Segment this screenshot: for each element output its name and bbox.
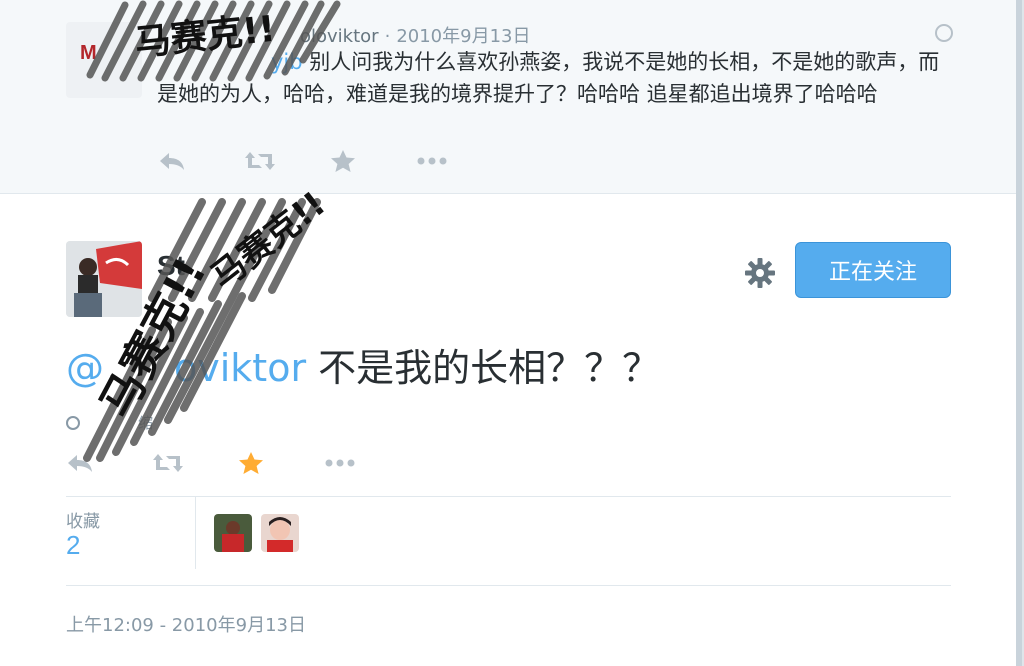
parent-avatar[interactable]: M	[66, 22, 142, 98]
more-icon	[325, 459, 355, 467]
parent-handle[interactable]: oloviktor	[300, 26, 379, 47]
parent-tweet-meta: oloviktor · 2010年9月13日	[300, 22, 530, 48]
parent-mention[interactable]: yjb	[271, 50, 303, 74]
tweet-geo: 缩	[66, 412, 153, 433]
parent-avatar-logo: M	[80, 42, 97, 64]
parent-tweet[interactable]: M oloviktor · 2010年9月13日 yjb 别人问我为什么喜欢孙燕姿，…	[0, 0, 1016, 194]
parent-tweet-text: yjb 别人问我为什么喜欢孙燕姿，我说不是她的长相，不是她的歌声，而是她的为人，…	[157, 46, 957, 110]
favorite-button[interactable]	[330, 148, 416, 174]
tweet-permalink-card: M oloviktor · 2010年9月13日 yjb 别人问我为什么喜欢孙燕姿，…	[0, 0, 1022, 666]
reply-button[interactable]	[66, 450, 152, 476]
following-button[interactable]: 正在关注	[795, 242, 951, 298]
avatar-photo	[66, 241, 142, 317]
retweet-button[interactable]	[152, 450, 238, 476]
parent-tweet-actions	[158, 148, 502, 174]
user-avatar[interactable]	[66, 241, 142, 317]
reply-button[interactable]	[158, 148, 244, 174]
geo-text: 缩	[138, 414, 154, 432]
meta-separator: ·	[384, 26, 391, 47]
retweet-button[interactable]	[244, 148, 330, 174]
dismiss-icon[interactable]	[935, 24, 953, 42]
gear-icon[interactable]	[742, 255, 778, 291]
favorites-count[interactable]: 2	[66, 530, 80, 561]
favorites-label: 收藏	[66, 512, 100, 532]
reply-icon	[160, 153, 184, 170]
reply-icon	[68, 455, 92, 472]
retweet-icon	[153, 454, 183, 472]
tweet-timestamp: 上午12:09 - 2010年9月13日	[66, 615, 306, 636]
stats-divider-bottom	[66, 585, 951, 586]
stats-separator	[195, 497, 196, 569]
parent-date[interactable]: 2010年9月13日	[396, 26, 530, 47]
more-button[interactable]	[324, 450, 410, 476]
globe-icon	[66, 415, 80, 430]
favoriter-photo	[261, 514, 299, 552]
favorite-icon	[239, 452, 263, 474]
tweet-mention-prefix[interactable]: @	[66, 346, 104, 390]
stats-divider-top	[66, 496, 951, 497]
user-name[interactable]: St	[157, 250, 185, 282]
more-icon	[417, 157, 447, 165]
retweet-icon	[245, 152, 275, 170]
favoriter-photo	[214, 514, 252, 552]
tweet-text: @ oviktor 不是我的长相？？？	[66, 342, 660, 394]
tweet-actions	[66, 450, 410, 476]
more-button[interactable]	[416, 148, 502, 174]
tweet-mention[interactable]: oviktor	[174, 346, 306, 390]
favoriter-avatar[interactable]	[214, 514, 252, 552]
tweet-body: 不是我的长相？？？	[306, 346, 661, 390]
favorite-button[interactable]	[238, 450, 324, 476]
favorite-icon	[331, 150, 355, 172]
favoriter-avatar[interactable]	[261, 514, 299, 552]
